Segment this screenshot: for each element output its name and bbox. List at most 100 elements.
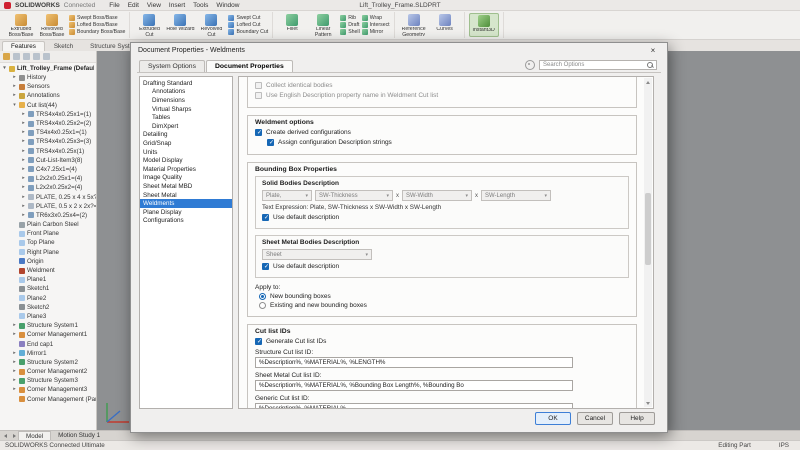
checkbox-row[interactable]: Collect identical bodies — [255, 82, 629, 89]
dialog-button[interactable]: Cancel — [577, 412, 613, 425]
feature-tree-item[interactable]: Origin — [0, 257, 96, 266]
ribbon-button[interactable]: Reference Geometry — [399, 13, 429, 37]
expand-arrow-icon[interactable] — [21, 167, 26, 172]
expand-arrow-icon[interactable] — [21, 149, 26, 154]
feature-tree-item[interactable]: TRS4x4x0.25x2=(2) — [0, 119, 96, 128]
propertymanager-tab-icon[interactable] — [13, 53, 20, 60]
tab-system-options[interactable]: System Options — [139, 60, 205, 72]
feature-tree-item[interactable]: Corner Management2 — [0, 367, 96, 376]
options-tree-item[interactable]: Weldments — [140, 199, 232, 208]
model-tab[interactable]: Motion Study 1 — [51, 431, 107, 440]
ribbon-button-small[interactable]: Lofted Boss/Base — [69, 22, 125, 28]
ribbon-button-small[interactable]: Mirror — [361, 29, 390, 35]
checkbox-row[interactable]: Use default description — [262, 263, 622, 270]
menu-item[interactable]: Window — [216, 2, 239, 9]
options-tree-item[interactable]: Material Properties — [140, 165, 232, 174]
feature-tree-item[interactable]: End cap1 — [0, 339, 96, 348]
dialog-titlebar[interactable]: Document Properties - Weldments × — [131, 43, 667, 58]
radio-option[interactable]: Existing and new bounding boxes — [259, 302, 629, 309]
options-tree-item[interactable]: Drafting Standard — [140, 79, 232, 88]
expand-arrow-icon[interactable] — [21, 213, 26, 218]
feature-tree-item[interactable]: Corner Management3 — [0, 385, 96, 394]
ribbon-button-small[interactable]: Swept Cut — [228, 15, 268, 21]
radio-icon[interactable] — [259, 293, 266, 300]
command-tab[interactable]: Features — [2, 41, 45, 51]
ribbon-button-small[interactable]: Shell — [340, 29, 360, 35]
ribbon-button[interactable]: Revolved Boss/Base — [37, 13, 67, 37]
ribbon-button-small[interactable]: Lofted Cut — [228, 22, 268, 28]
feature-tree-item[interactable]: TRS4x4x0.25x(1) — [0, 147, 96, 156]
checkbox[interactable] — [255, 338, 262, 345]
checkbox-row[interactable]: Generate Cut list IDs — [255, 338, 629, 345]
options-tree-item[interactable]: Sheet Metal MBD — [140, 182, 232, 191]
options-tree-item[interactable]: Dimensions — [140, 96, 232, 105]
dialog-button[interactable]: Help — [619, 412, 655, 425]
feature-tree-item[interactable]: Structure System2 — [0, 358, 96, 367]
feature-tree-item[interactable]: PLATE, 0.5 x 2 x 2x?=(14) — [0, 202, 96, 211]
expand-arrow-icon[interactable] — [21, 121, 26, 126]
checkbox-row[interactable]: Create derived configurations — [255, 129, 629, 136]
model-tab[interactable]: Model — [18, 431, 52, 440]
feature-tree-item[interactable]: Sketch1 — [0, 284, 96, 293]
ribbon-button-small[interactable]: Intersect — [361, 22, 390, 28]
checkbox[interactable] — [255, 82, 262, 89]
feature-tree-item[interactable]: Plane3 — [0, 312, 96, 321]
ribbon-button-small[interactable]: Boundary Boss/Base — [69, 29, 125, 35]
ribbon-button[interactable]: Curves — [430, 13, 460, 37]
ribbon-button-small[interactable]: Boundary Cut — [228, 29, 268, 35]
featuremanager-tree-tab-icon[interactable] — [3, 53, 10, 60]
expand-arrow-icon[interactable] — [12, 360, 17, 365]
menu-item[interactable]: View — [147, 2, 161, 9]
feature-tree-item[interactable]: Structure System1 — [0, 321, 96, 330]
expand-arrow-icon[interactable] — [12, 387, 17, 392]
options-tree-item[interactable]: Annotations — [140, 88, 232, 97]
options-tree-item[interactable]: Model Display — [140, 156, 232, 165]
expand-arrow-icon[interactable] — [21, 158, 26, 163]
dialog-button[interactable]: OK — [535, 412, 571, 425]
feature-tree-item[interactable]: Cut-List-Item3(8) — [0, 156, 96, 165]
feature-tree-item[interactable]: TS4x4x0.25x1=(1) — [0, 128, 96, 137]
feature-tree-item[interactable]: L2x2x0.25x1=(4) — [0, 174, 96, 183]
expand-arrow-icon[interactable] — [12, 84, 17, 89]
expand-arrow-icon[interactable] — [12, 351, 17, 356]
scrollbar-thumb[interactable] — [645, 193, 651, 265]
checkbox-row[interactable]: Use default description — [262, 214, 622, 221]
feature-tree-item[interactable]: Sketch2 — [0, 303, 96, 312]
checkbox-row[interactable]: Assign configuration Description strings — [267, 139, 629, 146]
feature-tree-item[interactable]: TR6x3x0.25x4=(2) — [0, 211, 96, 220]
options-tree-item[interactable]: Units — [140, 148, 232, 157]
options-tree-item[interactable]: Configurations — [140, 217, 232, 226]
menu-item[interactable]: Edit — [128, 2, 139, 9]
tab-scroll-right-icon[interactable] — [11, 433, 17, 439]
ribbon-button-small[interactable]: Swept Boss/Base — [69, 15, 125, 21]
expand-arrow-icon[interactable] — [12, 378, 17, 383]
ribbon-button-small[interactable]: Wrap — [361, 15, 390, 21]
feature-tree-item[interactable]: PLATE, 0.25 x 4 x 5x?=(2) — [0, 192, 96, 201]
sheet-description-dropdown[interactable]: Sheet ▾ — [262, 249, 372, 260]
length-dropdown[interactable]: SW-Length ▾ — [481, 190, 551, 201]
radio-option[interactable]: New bounding boxes — [259, 293, 629, 300]
radio-icon[interactable] — [259, 302, 266, 309]
feature-tree-item[interactable]: Plane1 — [0, 275, 96, 284]
ribbon-button[interactable]: Extruded Cut — [134, 13, 164, 37]
checkbox[interactable] — [262, 214, 269, 221]
checkbox-row[interactable]: Use English Description property name in… — [255, 92, 629, 99]
status-units[interactable]: IPS — [779, 442, 789, 449]
ribbon-button[interactable]: Fillet — [277, 13, 307, 37]
options-tree-item[interactable]: Sheet Metal — [140, 191, 232, 200]
feature-tree-item[interactable]: Cut list(44) — [0, 101, 96, 110]
expand-arrow-icon[interactable] — [21, 195, 26, 200]
options-tree-item[interactable]: Detailing — [140, 131, 232, 140]
ribbon-button[interactable]: Extruded Boss/Base — [6, 13, 36, 37]
ribbon-button-small[interactable]: Draft — [340, 22, 360, 28]
expand-arrow-icon[interactable] — [12, 75, 17, 80]
gear-icon[interactable] — [525, 60, 535, 70]
search-options-box[interactable]: Search Options — [539, 60, 657, 70]
menu-item[interactable]: Insert — [169, 2, 185, 9]
feature-tree-item[interactable]: TRS4x4x0.25x3=(3) — [0, 137, 96, 146]
feature-tree-item[interactable]: C4x7.25x1=(4) — [0, 165, 96, 174]
feature-tree-item[interactable]: Mirror1 — [0, 349, 96, 358]
thickness-dropdown[interactable]: SW-Thickness ▾ — [315, 190, 393, 201]
width-dropdown[interactable]: SW-Width ▾ — [402, 190, 472, 201]
ribbon-button-small[interactable]: Rib — [340, 15, 360, 21]
